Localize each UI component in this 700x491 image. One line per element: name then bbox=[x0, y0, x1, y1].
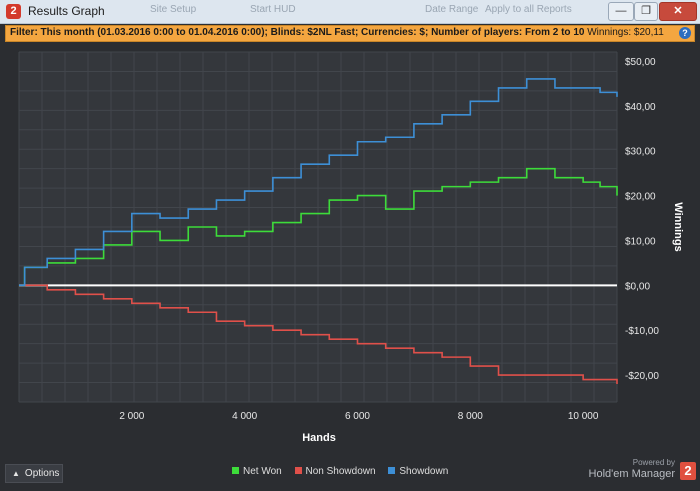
brand-name: Hold'em Manager bbox=[588, 468, 675, 480]
y-tick-label: $20,00 bbox=[625, 192, 656, 203]
y-axis-label: Winnings bbox=[672, 202, 684, 251]
x-tick-label: 10 000 bbox=[568, 411, 599, 422]
options-label: Options bbox=[24, 468, 60, 479]
restore-button[interactable]: ❐ bbox=[634, 2, 658, 21]
y-tick-label: -$20,00 bbox=[625, 371, 659, 382]
x-tick-label: 2 000 bbox=[119, 411, 144, 422]
legend-item-non-showdown: Non Showdown bbox=[294, 466, 376, 477]
brand-logo-icon: 2 bbox=[680, 462, 696, 480]
filter-bar: Filter: This month (01.03.2016 0:00 to 0… bbox=[5, 25, 695, 42]
legend-swatch-non-showdown bbox=[294, 467, 302, 474]
minimize-button[interactable]: — bbox=[608, 2, 634, 21]
x-tick-label: 4 000 bbox=[232, 411, 257, 422]
background-tab-date-range[interactable]: Date Range bbox=[425, 4, 478, 15]
brand-block: Powered by Hold'em Manager bbox=[589, 458, 675, 481]
chart-svg: 2 000 4 000 6 000 8 000 10 000 $50,00 $40,00 $3… bbox=[18, 51, 684, 444]
legend-item-net-won: Net Won bbox=[232, 466, 282, 477]
y-tick-label: $40,00 bbox=[625, 102, 656, 113]
y-tick-label: $50,00 bbox=[625, 57, 656, 68]
x-axis-label: Hands bbox=[302, 432, 336, 444]
chevron-up-icon: ▲ bbox=[12, 469, 20, 478]
y-tick-label: $30,00 bbox=[625, 147, 656, 158]
legend-label-showdown: Showdown bbox=[399, 466, 449, 477]
legend-item-showdown: Showdown bbox=[388, 466, 448, 477]
x-tick-label: 8 000 bbox=[458, 411, 483, 422]
filter-description: Filter: This month (01.03.2016 0:00 to 0… bbox=[10, 27, 585, 38]
filter-winnings: Winnings: $20,11 bbox=[587, 27, 664, 38]
filter-text: Filter: This month (01.03.2016 0:00 to 0… bbox=[10, 27, 664, 38]
close-button[interactable]: ✕ bbox=[659, 2, 697, 21]
powered-by-text: Powered by bbox=[632, 458, 675, 467]
y-tick-label: -$10,00 bbox=[625, 326, 659, 337]
footer: ▲ Options Net Won Non Showdown Showdown P… bbox=[0, 458, 700, 491]
background-tab-start-hud[interactable]: Start HUD bbox=[250, 4, 296, 15]
legend-label-non-showdown: Non Showdown bbox=[305, 466, 376, 477]
title-bar: 2 Results Graph Site Setup Start HUD Dat… bbox=[0, 0, 700, 24]
options-button[interactable]: ▲ Options bbox=[5, 464, 63, 483]
app-logo-icon: 2 bbox=[6, 4, 21, 19]
legend-swatch-showdown bbox=[388, 467, 396, 474]
background-tab-site-setup[interactable]: Site Setup bbox=[150, 4, 196, 15]
chart-legend: Net Won Non Showdown Showdown bbox=[232, 466, 458, 477]
legend-swatch-net-won bbox=[232, 467, 239, 474]
results-chart: 2 000 4 000 6 000 8 000 10 000 $50,00 $40,00 $3… bbox=[0, 42, 700, 462]
help-icon[interactable]: ? bbox=[679, 27, 691, 39]
background-tab-apply-reports[interactable]: Apply to all Reports bbox=[485, 4, 572, 15]
x-tick-label: 6 000 bbox=[345, 411, 370, 422]
y-tick-label: $10,00 bbox=[625, 236, 656, 247]
legend-label-net-won: Net Won bbox=[243, 466, 282, 477]
y-tick-label: $0,00 bbox=[625, 281, 650, 292]
window-title: Results Graph bbox=[28, 4, 105, 18]
